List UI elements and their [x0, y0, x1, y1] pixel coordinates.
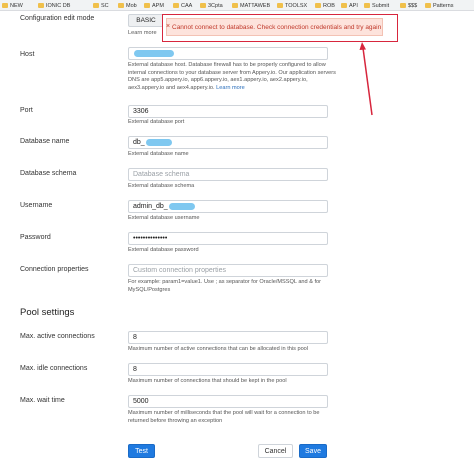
annotation-arrow: [359, 42, 373, 116]
arrow-line: [362, 47, 373, 116]
arrow-head: [359, 42, 366, 50]
